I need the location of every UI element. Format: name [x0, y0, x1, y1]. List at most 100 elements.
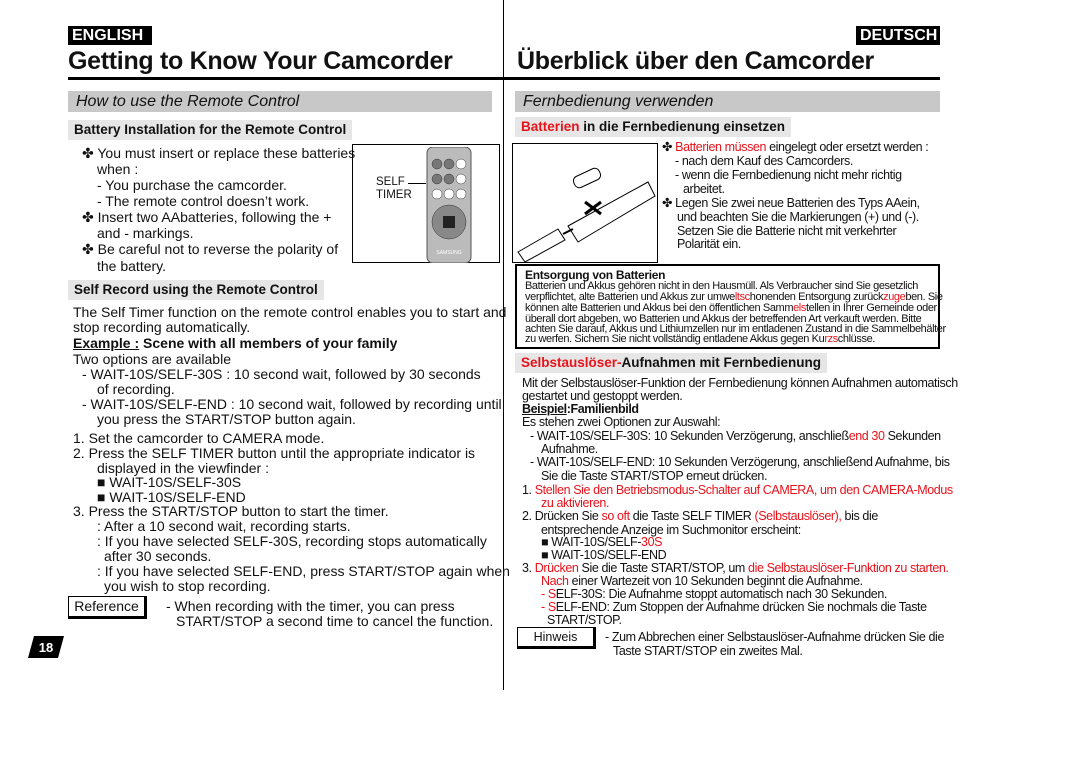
- hint-text: - Zum Abbrechen einer Selbstauslöser-Auf…: [605, 630, 944, 644]
- battery-line: Polarität ein.: [677, 238, 741, 251]
- text-segment: bis die: [841, 509, 879, 523]
- disposal-notice-box: Entsorgung von Batterien Batterien und A…: [515, 264, 946, 349]
- text-segment: arbeitet.: [683, 182, 725, 196]
- language-badge-english: ENGLISH: [68, 26, 152, 45]
- intro-line: The Self Timer function on the remote co…: [73, 304, 507, 320]
- hint-label: Hinweis: [517, 627, 596, 649]
- text-segment: - wenn die Fernbedienung nicht mehr rich…: [675, 168, 902, 182]
- text-segment: Aufnahme.: [541, 442, 598, 456]
- step-line: 2. Press the SELF TIMER button until the…: [73, 445, 476, 461]
- section-bar-deutsch: Fernbedienung verwenden: [515, 91, 940, 112]
- text-segment: chlüsse.: [837, 333, 876, 345]
- text-segment: zu werfen. Sichern Sie nicht vollständig…: [525, 333, 825, 345]
- text-segment: ■ WAIT-10S/SELF-END: [541, 548, 667, 562]
- step-line: : After a 10 second wait, recording star…: [97, 518, 351, 534]
- step-line: after 30 seconds.: [104, 548, 212, 564]
- text-segment: 3.: [522, 561, 535, 575]
- battery-line: ✤ Batterien müssen eingelegt oder ersetz…: [662, 140, 929, 154]
- timer-label: TIMER: [376, 189, 412, 201]
- step-line: Sie die Taste START/STOP erneut drücken.: [541, 470, 767, 483]
- samsung-logo: SAMSUNG: [436, 250, 461, 256]
- battery-line: - wenn die Fernbedienung nicht mehr rich…: [675, 169, 902, 182]
- battery-line: and - markings.: [97, 225, 194, 241]
- page-number-badge: 18: [28, 636, 64, 658]
- highlighted-text: Nach: [541, 574, 569, 588]
- text-segment: START/STOP.: [547, 613, 622, 627]
- highlighted-text: - S: [541, 600, 556, 614]
- text-segment: in die Fernbedienung einsetzen: [579, 119, 786, 134]
- step-line: 1. Set the camcorder to CAMERA mode.: [73, 430, 325, 446]
- text-segment: Setzen Sie die Batterie nicht mit verkeh…: [677, 224, 897, 238]
- step-line: - WAIT-10S/SELF-30S : 10 second wait, fo…: [82, 366, 481, 382]
- battery-line: - nach dem Kauf des Camcorders.: [675, 155, 853, 168]
- battery-line: arbeitet.: [683, 183, 725, 196]
- battery-line: the battery.: [97, 258, 167, 274]
- text-segment: Sie die Taste START/STOP erneut drücken.: [541, 469, 768, 483]
- header-rule: [68, 77, 940, 80]
- page-title-deutsch: Überblick über den Camcorder: [517, 47, 874, 75]
- example-line: Example : Scene with all members of your…: [73, 336, 397, 351]
- step-line: you press the START/STOP button again.: [97, 411, 356, 427]
- hint-text: Taste START/STOP ein zweites Mal.: [613, 644, 803, 658]
- text-segment: ■ WAIT-10S/SELF-: [541, 535, 642, 549]
- highlighted-text: Stellen Sie den Betriebsmodus-Schalter a…: [534, 483, 953, 497]
- step-line: START/STOP.: [547, 614, 622, 627]
- battery-line: ✤ Be careful not to reverse the polarity…: [82, 241, 339, 257]
- highlighted-text: Batterien: [521, 119, 580, 134]
- text-segment: ELF-END: Zum Stoppen der Aufnahme drücke…: [555, 600, 927, 614]
- text-segment: - WAIT-10S/SELF-END: 10 Sekunden Verzöge…: [530, 455, 950, 469]
- intro-line: stop recording automatically.: [73, 319, 251, 335]
- text-segment: Mit der Selbstauslöser-Funktion der Fern…: [522, 376, 958, 390]
- section-bar-english: How to use the Remote Control: [68, 91, 492, 112]
- page-title-english: Getting to Know Your Camcorder: [68, 47, 453, 75]
- text-segment: eingelegt oder ersetzt werden :: [766, 140, 929, 154]
- step-line: you wish to stop recording.: [104, 578, 271, 594]
- example-text: Scene with all members of your family: [139, 335, 398, 351]
- remote-control-illustration: SELF TIMER SAMSUNG: [352, 144, 500, 263]
- highlighted-text: zu aktivieren.: [541, 496, 610, 510]
- battery-insertion-illustration: [512, 143, 658, 263]
- battery-line: ✤ Legen Sie zwei neue Batterien des Typs…: [662, 197, 920, 210]
- step-line: : If you have selected SELF-END, press S…: [97, 563, 510, 579]
- step-line: 2. Drücken Sie so oft die Taste SELF TIM…: [522, 510, 878, 523]
- text-segment: Sekunden: [884, 429, 942, 443]
- remote-control-icon: SAMSUNG: [426, 147, 472, 263]
- step-line: Es stehen zwei Optionen zur Auswahl:: [522, 415, 721, 429]
- step-line: - WAIT-10S/SELF-END : 10 second wait, fo…: [82, 396, 502, 412]
- step-line: - WAIT-10S/SELF-END: 10 Sekunden Verzöge…: [530, 456, 950, 469]
- step-line: ■ WAIT-10S/SELF-30S: [97, 474, 242, 490]
- text-segment: ✤: [662, 140, 676, 154]
- reference-text: START/STOP a second time to cancel the f…: [176, 613, 494, 629]
- step-line: : If you have selected SELF-30S, recordi…: [97, 533, 487, 549]
- text-segment: Aufnahmen mit Fernbedienung: [621, 355, 822, 370]
- battery-line: und beachten Sie die Markierungen (+) un…: [677, 211, 919, 224]
- reference-label: Reference: [68, 596, 147, 619]
- text-segment: 2. Drücken Sie: [522, 509, 602, 523]
- self-label: SELF: [376, 176, 405, 188]
- highlighted-text: - S: [541, 587, 556, 601]
- battery-heading-deutsch: Batterien in die Fernbedienung einsetzen: [515, 117, 792, 137]
- text-segment: und beachten Sie die Markierungen (+) un…: [677, 210, 919, 224]
- highlighted-text: Batterien müssen: [675, 140, 767, 154]
- text-segment: ELF-30S: Die Aufnahme stoppt automatisch…: [555, 587, 888, 601]
- battery-heading-english: Battery Installation for the Remote Cont…: [68, 120, 353, 140]
- text-segment: Polarität ein.: [677, 237, 741, 251]
- highlighted-text: die Selbstauslöser-Funktion zu starten.: [748, 561, 949, 575]
- callout-line: [408, 183, 426, 184]
- battery-line: ✤ Insert two AAbatteries, following the …: [82, 209, 332, 225]
- battery-line: when :: [97, 161, 139, 177]
- text-segment: Es stehen zwei Optionen zur Auswahl:: [522, 415, 721, 429]
- highlighted-text: (Selbstauslöser),: [754, 509, 842, 523]
- example-label: Example :: [73, 335, 140, 351]
- text-segment: ✤ Legen Sie zwei neue Batterien des Typs…: [662, 196, 920, 210]
- column-divider: [503, 0, 504, 690]
- remote-battery-icon: [517, 167, 656, 263]
- highlighted-text: end 30: [848, 429, 885, 443]
- highlighted-text: rzs: [824, 333, 838, 345]
- text-segment: - WAIT-10S/SELF-30S: 10 Sekunden Verzöge…: [530, 429, 849, 443]
- text-segment: 1.: [522, 483, 535, 497]
- text-segment: Sie die Taste START/STOP, um: [578, 561, 749, 575]
- example-label: Beispiel: [522, 402, 567, 416]
- step-line: of recording.: [97, 381, 175, 397]
- self-timer-label: SELF TIMER: [376, 176, 412, 202]
